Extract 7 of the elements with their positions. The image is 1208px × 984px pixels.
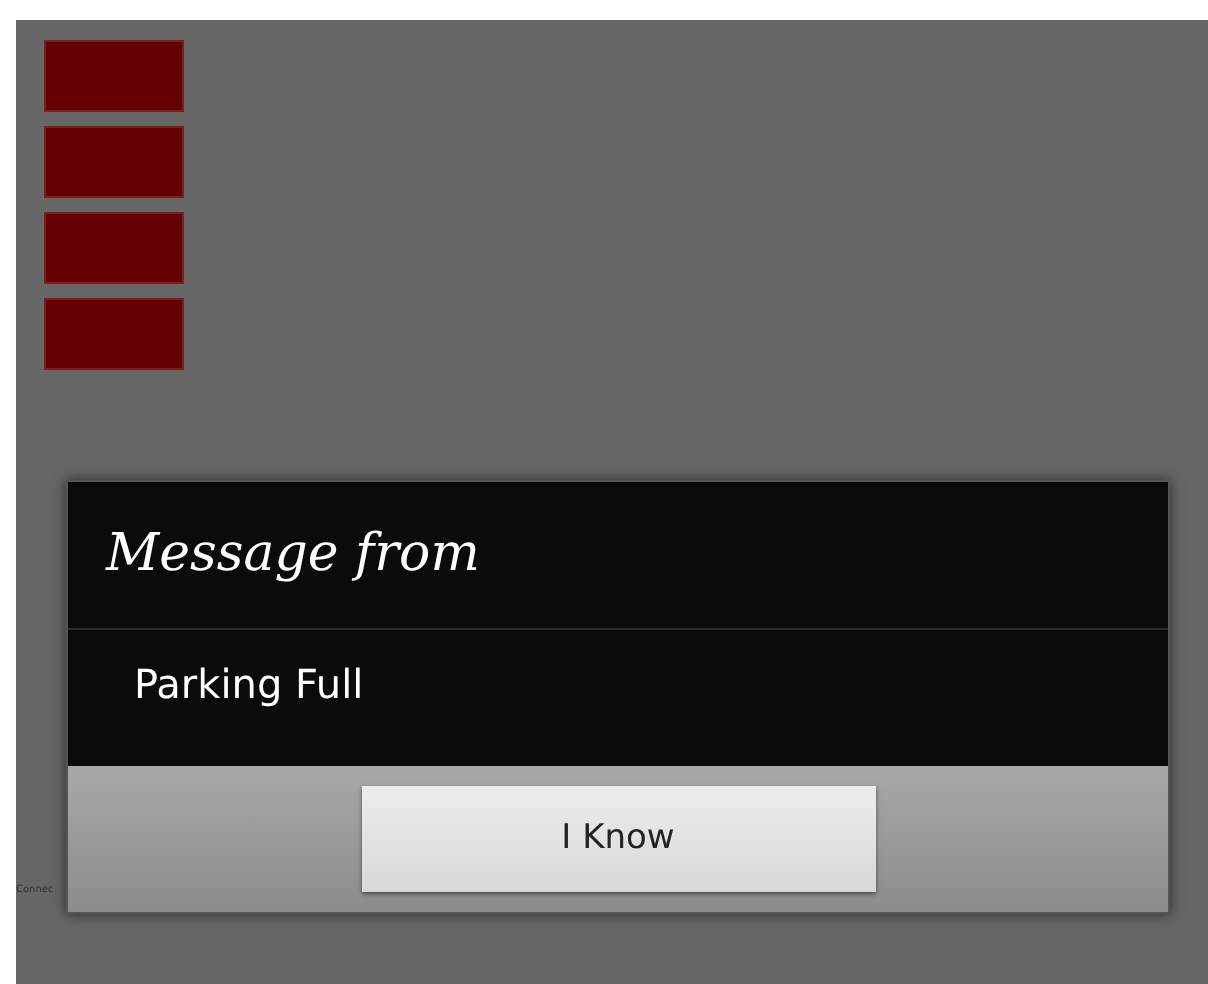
menu-button[interactable] bbox=[44, 212, 184, 284]
menu-button[interactable] bbox=[44, 40, 184, 112]
menu-button[interactable] bbox=[44, 126, 184, 198]
dialog-title: Message from bbox=[68, 482, 1168, 630]
menu-button[interactable] bbox=[44, 298, 184, 370]
dialog-message: Parking Full bbox=[68, 630, 1168, 766]
i-know-button[interactable]: I Know bbox=[361, 786, 875, 892]
